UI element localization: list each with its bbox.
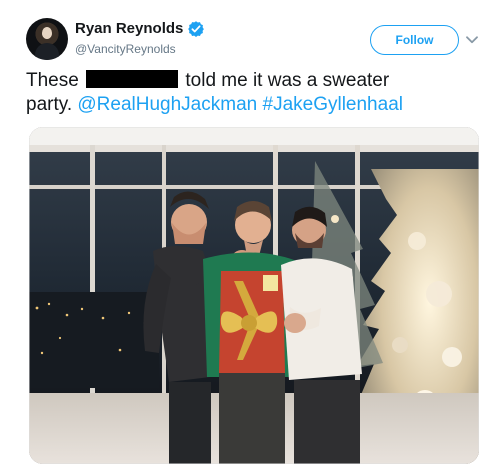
display-name-row[interactable]: Ryan Reynolds — [75, 18, 325, 40]
tweet-text-start: These — [26, 70, 85, 91]
party-photo — [29, 127, 479, 464]
mention-link[interactable]: @RealHughJackman — [77, 94, 257, 115]
tweet-text-line2-start: party. — [26, 94, 78, 115]
verified-badge-icon — [187, 20, 205, 38]
chevron-down-icon — [466, 36, 478, 44]
display-name[interactable]: Ryan Reynolds — [75, 18, 183, 40]
city-lights — [29, 292, 159, 388]
avatar[interactable] — [26, 18, 68, 60]
follow-button[interactable]: Follow — [370, 25, 459, 55]
redacted-word — [86, 70, 179, 88]
account-names[interactable]: Ryan Reynolds @VancityReynolds — [75, 18, 325, 57]
tweet-text-middle: told me it was a sweater — [180, 70, 390, 91]
more-options-button[interactable] — [463, 28, 481, 52]
tweet-card: Ryan Reynolds @VancityReynolds Follow Th… — [0, 0, 493, 474]
hashtag-link[interactable]: #JakeGyllenhaal — [263, 94, 403, 115]
user-handle[interactable]: @VancityReynolds — [75, 41, 325, 57]
verified-check-icon — [188, 21, 205, 37]
tweet-text: These told me it was a sweater party. @R… — [26, 69, 481, 117]
tweet-header: Ryan Reynolds @VancityReynolds Follow — [26, 16, 481, 64]
ceiling-strip — [29, 127, 479, 145]
tweet-photo[interactable] — [29, 127, 479, 464]
